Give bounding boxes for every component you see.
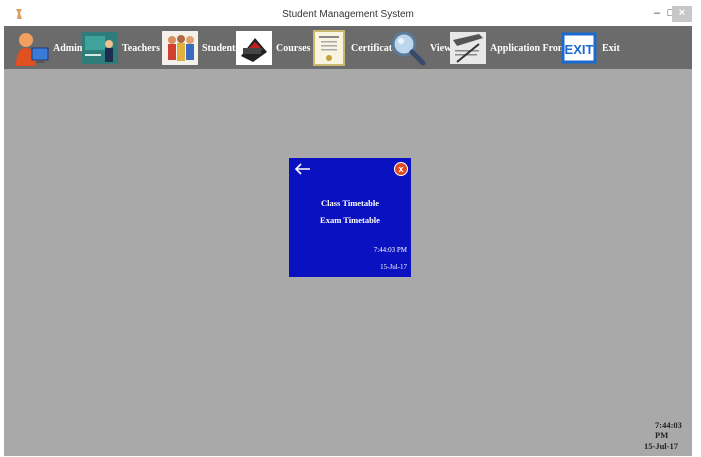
class-timetable-link[interactable]: Class Timetable [289,198,411,208]
status-time: 7:44:03 PM [655,420,682,440]
toolbar-label-students: Students [202,42,240,54]
popup-close-icon[interactable]: x [394,162,408,176]
toolbar-courses-button[interactable]: Courses [235,28,310,68]
magnifier-icon [391,31,426,66]
toolbar-admin-button[interactable]: Admin [12,28,82,68]
toolbar-label-application-from: Application From [490,42,567,54]
toolbar-label-courses: Courses [276,42,311,54]
app-window: Student Management System – □ × Admin Te… [4,4,692,456]
close-button[interactable]: × [672,6,692,22]
certificate-icon [313,30,345,66]
toolbar-application-from-button[interactable]: Application From [449,28,566,68]
window-title: Student Management System [282,9,414,20]
popup-time: 7:44:03 PM [373,246,407,254]
title-bar: Student Management System – □ × [4,4,692,26]
students-icon [162,31,198,65]
timetable-popup: x Class Timetable Exam Timetable 7:44:03… [289,158,411,277]
toolbar-label-exit: Exit [602,42,620,54]
main-toolbar: Admin Teachers Students Courses Certific… [4,26,692,69]
teachers-icon [82,32,118,64]
exam-timetable-link[interactable]: Exam Timetable [289,215,411,225]
status-date: 15-Jul-17 [644,441,678,451]
admin-icon [16,33,49,66]
svg-text:EXIT: EXIT [565,42,594,57]
toolbar-students-button[interactable]: Students [161,28,239,68]
exit-icon: EXIT [561,32,597,64]
toolbar-label-teachers: Teachers [122,42,160,54]
toolbar-label-admin: Admin [53,42,83,54]
toolbar-teachers-button[interactable]: Teachers [81,28,160,68]
toolbar-exit-button[interactable]: EXIT Exit [561,28,620,68]
application-form-icon [450,32,486,64]
toolbar-view-button[interactable]: View [389,28,451,68]
toolbar-certificates-button[interactable]: Certificates [310,28,400,68]
popup-date: 15-Jul-17 [380,263,407,271]
courses-icon [236,31,272,65]
back-arrow-icon[interactable] [293,162,311,176]
